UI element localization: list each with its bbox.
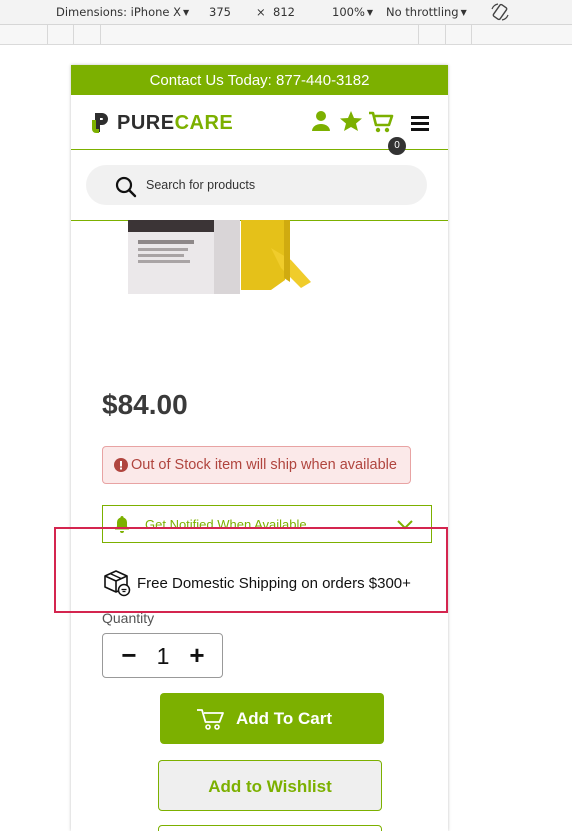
devtools-toolbar: Dimensions: iPhone X ▼ 375 × 812 100% ▼ No… <box>0 0 572 25</box>
device-viewport: Contact Us Today: 877-440-3182 PURECARE … <box>71 65 448 831</box>
search-box[interactable] <box>86 165 427 205</box>
site-header: PURECARE 0 <box>71 95 448 155</box>
alert-icon <box>114 458 128 472</box>
media-query-ruler <box>0 25 572 45</box>
brand-name-pure: PURE <box>117 111 175 134</box>
zoom-label: 100% <box>332 5 365 19</box>
search-input[interactable] <box>146 165 416 205</box>
add-to-wishlist-button[interactable]: Add to Wishlist <box>158 760 382 811</box>
search-section <box>71 150 448 221</box>
device-dimensions-label: Dimensions: iPhone X <box>56 5 182 19</box>
user-icon[interactable] <box>311 110 331 132</box>
out-of-stock-text: Out of Stock item will ship when availab… <box>131 457 397 473</box>
menu-icon[interactable] <box>411 115 429 131</box>
quantity-value[interactable]: 1 <box>150 643 176 670</box>
height-input[interactable]: 812 <box>273 5 295 19</box>
increase-quantity-button[interactable]: + <box>183 641 211 669</box>
add-to-cart-label: Add To Cart <box>236 709 333 728</box>
throttling-dropdown[interactable]: No throttling ▼ <box>386 5 467 19</box>
times-symbol: × <box>256 5 266 19</box>
purecare-logo-icon <box>92 113 108 133</box>
decrease-quantity-button[interactable]: − <box>115 641 143 669</box>
device-dimensions-dropdown[interactable]: Dimensions: iPhone X ▼ <box>56 5 189 19</box>
contact-bar[interactable]: Contact Us Today: 877-440-3182 <box>71 65 448 95</box>
product-image[interactable] <box>126 220 356 320</box>
brand-name-care: CARE <box>174 111 234 134</box>
next-button-edge[interactable] <box>158 825 382 831</box>
throttling-label: No throttling <box>386 5 459 19</box>
quantity-stepper: − 1 + <box>102 633 223 678</box>
rotate-icon[interactable] <box>489 2 511 22</box>
width-input[interactable]: 375 <box>209 5 231 19</box>
out-of-stock-notice: Out of Stock item will ship when availab… <box>102 446 411 484</box>
cart-icon <box>197 709 224 730</box>
search-icon[interactable] <box>115 176 137 198</box>
add-to-cart-button[interactable]: Add To Cart <box>160 693 384 744</box>
annotation-highlight-box <box>54 527 448 613</box>
product-price: $84.00 <box>102 389 188 420</box>
caret-down-icon: ▼ <box>366 8 374 17</box>
cart-icon[interactable] <box>368 110 394 134</box>
star-icon[interactable] <box>339 110 363 132</box>
caret-down-icon: ▼ <box>460 8 467 17</box>
caret-down-icon: ▼ <box>183 8 190 17</box>
brand-logo[interactable]: PURECARE <box>86 110 233 136</box>
zoom-dropdown[interactable]: 100% ▼ <box>332 5 373 19</box>
